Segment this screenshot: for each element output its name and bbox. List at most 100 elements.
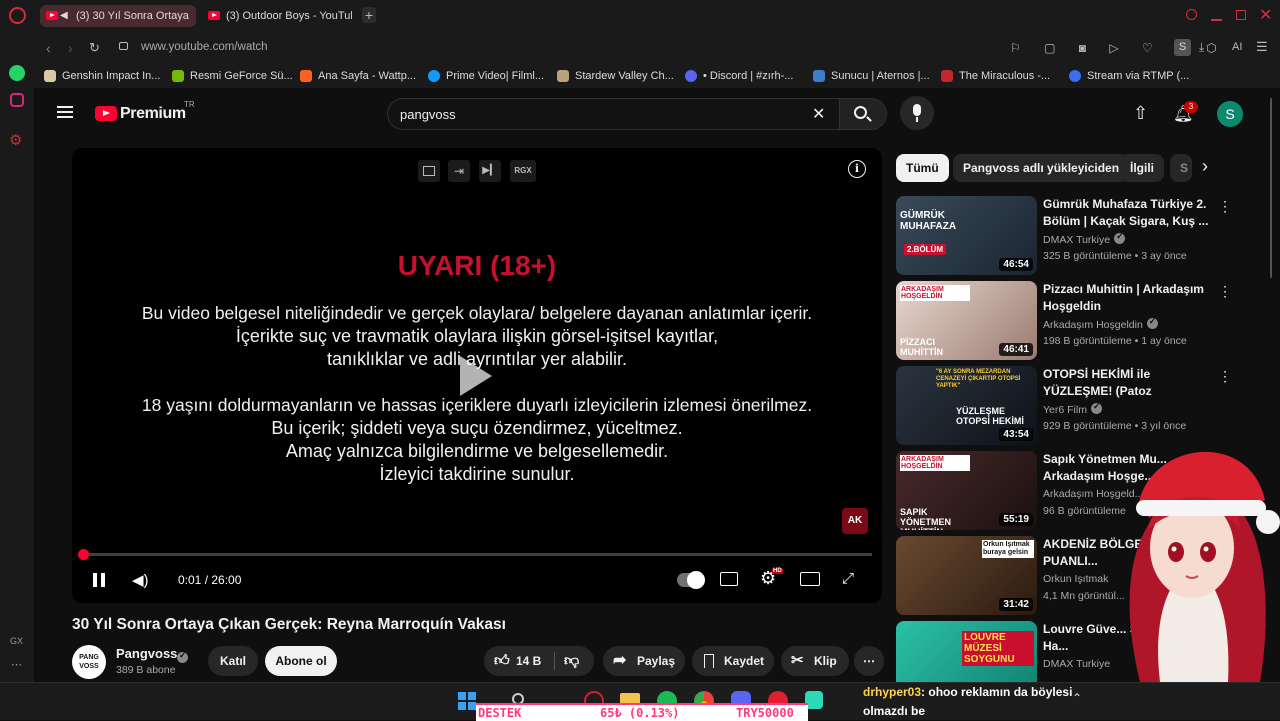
minimize-icon[interactable]: [1211, 19, 1222, 21]
verified-icon: [1091, 403, 1102, 414]
fullscreen-icon[interactable]: ⤢: [842, 570, 854, 587]
close-window-icon[interactable]: ✕: [1259, 5, 1272, 25]
bookmark-rtmp[interactable]: Stream via RTMP (...: [1069, 68, 1189, 84]
video-thumbnail[interactable]: "6 AY SONRA MEZARDAN CENAZEYİ ÇIKARTIP O…: [896, 366, 1037, 445]
tray-chevron-icon[interactable]: ⌃: [1072, 691, 1082, 705]
upload-icon[interactable]: ⇧: [1133, 103, 1148, 124]
volume-icon[interactable]: ◀): [132, 571, 149, 589]
whatsapp-icon[interactable]: [9, 65, 25, 81]
bookmark-discord[interactable]: • Discord | #zırh-...: [685, 68, 793, 84]
ai-button[interactable]: AI: [1232, 41, 1242, 53]
recommendation-item[interactable]: ARKADAŞIM HOŞGELDİN PİZZACI MUHİTTİN 46:…: [896, 281, 1236, 361]
tab-outdoor-boys[interactable]: (3) Outdoor Boys - YouTub: [202, 5, 352, 27]
search-tabs-icon[interactable]: [1186, 9, 1197, 20]
hd-badge: HD: [772, 568, 783, 574]
like-button[interactable]: 👍︎ 14 B: [484, 646, 552, 676]
bookmark-prime-video[interactable]: Prime Video| Filml...: [428, 68, 544, 84]
chip-partial[interactable]: S: [1170, 154, 1192, 182]
youtube-logo-icon[interactable]: [95, 106, 117, 121]
bookmark-aternos[interactable]: Sunucu | Aternos |...: [813, 68, 930, 84]
recommendation-title[interactable]: OTOPSİ HEKİMİ ile YÜZLEŞME! (Patoz Makin…: [1043, 366, 1211, 400]
recommendation-title[interactable]: Pizzacı Muhittin | Arkadaşım Hoşgeldin: [1043, 281, 1211, 315]
download-icon[interactable]: ⤓: [1199, 40, 1204, 55]
gx-label[interactable]: GX: [10, 636, 23, 646]
tab-active[interactable]: ◀ (3) 30 Yıl Sonra Ortaya: [40, 5, 196, 27]
new-tab-button[interactable]: +: [362, 7, 376, 23]
more-icon[interactable]: ⋯: [11, 658, 22, 671]
video-thumbnail[interactable]: ARKADAŞIM HOŞGELDİN SAPIK YÖNETMEN MUHİT…: [896, 451, 1037, 530]
bookmark-geforce[interactable]: Resmi GeForce Sü...: [172, 68, 293, 84]
dislike-button[interactable]: 👎︎: [556, 646, 594, 676]
join-button[interactable]: Katıl: [208, 646, 258, 676]
restore-icon[interactable]: [1236, 10, 1246, 20]
miniplayer-icon[interactable]: [418, 160, 440, 182]
save-button[interactable]: Kaydet: [692, 646, 774, 676]
center-play-icon[interactable]: [460, 356, 492, 396]
more-options-icon[interactable]: ⋮: [1218, 198, 1232, 215]
windows-start-icon[interactable]: [458, 692, 476, 710]
url-field[interactable]: www.youtube.com/watch: [141, 41, 268, 53]
chip-all[interactable]: Tümü: [896, 154, 949, 182]
pause-icon[interactable]: [93, 573, 105, 587]
skip-icon[interactable]: ▶▎: [479, 160, 501, 182]
recommendation-channel[interactable]: Yer6 Film: [1043, 403, 1102, 416]
vtuber-avatar: [1100, 420, 1280, 682]
channel-avatar[interactable]: PANG VOSS: [72, 645, 106, 679]
bookmark-genshin[interactable]: Genshin Impact In...: [44, 68, 160, 84]
progress-bar[interactable]: [82, 553, 872, 556]
rgx-badge[interactable]: RGX: [510, 160, 536, 182]
settings-icon[interactable]: ⚙: [9, 131, 22, 149]
account-avatar[interactable]: S: [1217, 101, 1243, 127]
share-button[interactable]: ➦ Paylaş: [603, 646, 685, 676]
thumbs-up-icon: 👍︎: [494, 646, 510, 676]
search-input[interactable]: [400, 105, 780, 123]
chat-username: drhyper03: [863, 685, 921, 699]
cast-icon[interactable]: ⇥: [448, 160, 470, 182]
bookmark-miraculous[interactable]: The Miraculous -...: [941, 68, 1050, 84]
chips-next-icon[interactable]: ›: [1202, 156, 1208, 177]
recommendation-channel[interactable]: Orkun Işıtmak: [1043, 573, 1108, 585]
video-player[interactable]: ⇥ ▶▎ RGX i UYARI (18+) Bu video belgesel…: [72, 148, 882, 603]
video-thumbnail[interactable]: GÜMRÜK MUHAFAZA 2.BÖLÜM 46:54: [896, 196, 1037, 275]
like-count: 14 B: [516, 646, 541, 676]
video-thumbnail[interactable]: ARKADAŞIM HOŞGELDİN PİZZACI MUHİTTİN 46:…: [896, 281, 1037, 360]
bookmarks-bar: Genshin Impact In... Resmi GeForce Sü...…: [34, 64, 1280, 88]
page-scrollbar[interactable]: [1270, 98, 1272, 278]
more-actions-button[interactable]: ⋯: [854, 646, 884, 676]
clear-search-icon[interactable]: ✕: [812, 104, 825, 124]
voice-search-button[interactable]: [900, 96, 934, 130]
more-options-icon[interactable]: ⋮: [1218, 283, 1232, 300]
video-thumbnail[interactable]: Orkun Işıtmak buraya gelsin 31:42: [896, 536, 1037, 615]
subtitles-icon[interactable]: [720, 572, 738, 586]
reload-icon[interactable]: ↻: [89, 40, 100, 56]
search-box[interactable]: ✕: [387, 98, 847, 130]
progress-knob[interactable]: [78, 549, 89, 560]
profile-button[interactable]: S: [1174, 39, 1191, 56]
info-icon[interactable]: i: [848, 160, 866, 178]
autoplay-toggle[interactable]: [677, 573, 703, 587]
clip-button[interactable]: ✂ Klip: [781, 646, 849, 676]
video-thumbnail[interactable]: LOUVRE MÜZESİ SOYGUNU: [896, 621, 1037, 682]
chip-from-uploader[interactable]: Pangvoss adlı yükleyiciden: [953, 154, 1129, 182]
menu-icon[interactable]: ☰: [1256, 39, 1268, 55]
recommendation-channel[interactable]: DMAX Turkiye: [1043, 233, 1125, 246]
back-icon[interactable]: ‹: [46, 40, 51, 56]
chip-related[interactable]: İlgili: [1120, 154, 1164, 182]
recommendation-channel[interactable]: Arkadaşım Hoşgeldin: [1043, 318, 1158, 331]
search-button[interactable]: [839, 98, 887, 130]
bookmark-wattpad[interactable]: Ana Sayfa - Wattp...: [300, 68, 416, 84]
rtmp-icon: [1069, 70, 1081, 82]
forward-icon[interactable]: ›: [68, 40, 73, 56]
bookmark-stardew[interactable]: Stardew Valley Ch...: [557, 68, 674, 84]
youtube-favicon-icon: [46, 11, 58, 20]
more-options-icon[interactable]: ⋮: [1218, 368, 1232, 385]
instagram-icon[interactable]: [10, 93, 24, 107]
subscribe-button[interactable]: Abone ol: [265, 646, 337, 676]
recommendation-item[interactable]: GÜMRÜK MUHAFAZA 2.BÖLÜM 46:54 Gümrük Muh…: [896, 196, 1236, 276]
hamburger-menu-icon[interactable]: [57, 106, 73, 118]
channel-name[interactable]: Pangvoss: [116, 646, 177, 661]
theater-mode-icon[interactable]: [800, 572, 820, 586]
opera-logo-icon[interactable]: [9, 7, 26, 24]
aternos-icon: [813, 70, 825, 82]
recommendation-title[interactable]: Gümrük Muhafaza Türkiye 2. Bölüm | Kaçak…: [1043, 196, 1211, 230]
